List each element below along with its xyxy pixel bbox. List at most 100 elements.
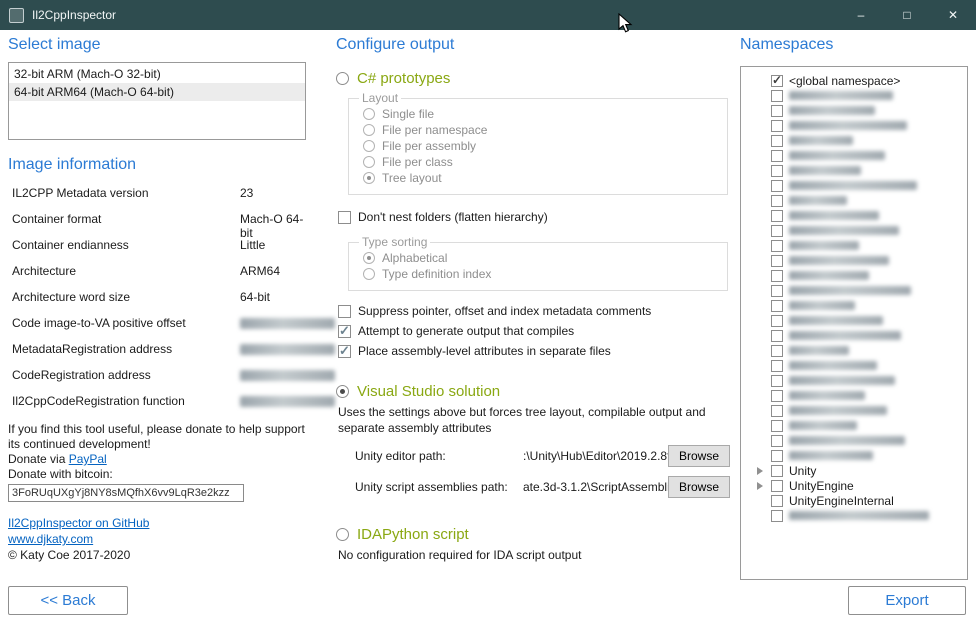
- namespace-checkbox[interactable]: [771, 495, 783, 507]
- namespace-checkbox[interactable]: [771, 345, 783, 357]
- namespace-checkbox[interactable]: [771, 150, 783, 162]
- paypal-link[interactable]: PayPal: [69, 452, 107, 466]
- info-value: 64-bit: [240, 290, 270, 304]
- namespace-checkbox[interactable]: [771, 480, 783, 492]
- namespace-checkbox[interactable]: [771, 210, 783, 222]
- checkbox[interactable]: [338, 325, 351, 338]
- namespace-checkbox[interactable]: [771, 90, 783, 102]
- namespace-checkbox[interactable]: [771, 225, 783, 237]
- namespace-row[interactable]: UnityEngine: [745, 478, 965, 493]
- checkbox-row[interactable]: Attempt to generate output that compiles: [338, 323, 730, 339]
- minimize-button[interactable]: –: [838, 0, 884, 30]
- namespace-row[interactable]: [745, 178, 965, 193]
- namespace-checkbox[interactable]: [771, 420, 783, 432]
- namespace-row[interactable]: [745, 508, 965, 523]
- namespace-checkbox[interactable]: [771, 135, 783, 147]
- namespace-row[interactable]: [745, 358, 965, 373]
- namespace-checkbox[interactable]: [771, 240, 783, 252]
- namespace-checkbox[interactable]: [771, 330, 783, 342]
- bitcoin-address-input[interactable]: [8, 484, 244, 502]
- back-button[interactable]: << Back: [8, 586, 128, 615]
- namespace-checkbox[interactable]: [771, 405, 783, 417]
- radio-option[interactable]: File per assembly: [363, 138, 719, 154]
- namespace-checkbox[interactable]: [771, 165, 783, 177]
- namespace-row[interactable]: [745, 448, 965, 463]
- checkbox[interactable]: [338, 305, 351, 318]
- namespace-checkbox[interactable]: [771, 360, 783, 372]
- radio-option[interactable]: Single file: [363, 106, 719, 122]
- namespace-row[interactable]: Unity: [745, 463, 965, 478]
- namespace-row[interactable]: [745, 148, 965, 163]
- namespace-row[interactable]: [745, 328, 965, 343]
- namespace-row[interactable]: [745, 268, 965, 283]
- browse-button[interactable]: Browse: [668, 476, 730, 498]
- info-row: MetadataRegistration address: [8, 338, 306, 364]
- namespace-row[interactable]: [745, 223, 965, 238]
- checkbox[interactable]: [338, 345, 351, 358]
- namespace-row[interactable]: [745, 373, 965, 388]
- checkbox-row[interactable]: Suppress pointer, offset and index metad…: [338, 303, 730, 319]
- browse-button[interactable]: Browse: [668, 445, 730, 467]
- export-button[interactable]: Export: [848, 586, 966, 615]
- namespace-list[interactable]: <global namespace> UnityUnityEngineUnityE…: [740, 66, 968, 580]
- namespace-checkbox[interactable]: [771, 105, 783, 117]
- namespace-row[interactable]: [745, 103, 965, 118]
- namespace-row[interactable]: <global namespace>: [745, 73, 965, 88]
- vs-solution-option[interactable]: Visual Studio solution: [336, 383, 730, 400]
- flatten-checkbox-row[interactable]: Don't nest folders (flatten hierarchy): [338, 209, 730, 225]
- namespace-row[interactable]: [745, 343, 965, 358]
- namespace-row[interactable]: [745, 418, 965, 433]
- radio-option[interactable]: Type definition index: [363, 266, 719, 282]
- expander-icon[interactable]: [757, 467, 763, 475]
- radio-option[interactable]: Tree layout: [363, 170, 719, 186]
- csharp-prototypes-option[interactable]: C# prototypes: [336, 70, 730, 87]
- namespace-row[interactable]: [745, 193, 965, 208]
- namespace-checkbox[interactable]: [771, 465, 783, 477]
- namespace-row[interactable]: [745, 403, 965, 418]
- namespace-row[interactable]: [745, 388, 965, 403]
- namespace-checkbox[interactable]: [771, 300, 783, 312]
- namespace-checkbox[interactable]: [771, 255, 783, 267]
- redacted-namespace: [789, 181, 917, 190]
- namespace-checkbox[interactable]: [771, 315, 783, 327]
- namespace-row[interactable]: [745, 238, 965, 253]
- radio-option[interactable]: Alphabetical: [363, 250, 719, 266]
- namespace-checkbox[interactable]: [771, 270, 783, 282]
- namespace-row[interactable]: [745, 253, 965, 268]
- namespace-checkbox[interactable]: [771, 180, 783, 192]
- namespace-row[interactable]: [745, 208, 965, 223]
- namespace-row[interactable]: [745, 313, 965, 328]
- namespace-checkbox[interactable]: [771, 390, 783, 402]
- checkbox-row[interactable]: Place assembly-level attributes in separ…: [338, 343, 730, 359]
- github-link[interactable]: Il2CppInspector on GitHub: [8, 516, 149, 530]
- radio-option[interactable]: File per class: [363, 154, 719, 170]
- namespace-row[interactable]: [745, 283, 965, 298]
- namespace-row[interactable]: UnityEngineInternal: [745, 493, 965, 508]
- namespace-checkbox[interactable]: [771, 510, 783, 522]
- namespace-checkbox[interactable]: [771, 435, 783, 447]
- namespace-row[interactable]: [745, 163, 965, 178]
- expander-icon[interactable]: [757, 482, 763, 490]
- namespace-row[interactable]: [745, 433, 965, 448]
- namespace-checkbox[interactable]: [771, 120, 783, 132]
- namespace-row[interactable]: [745, 133, 965, 148]
- namespace-row[interactable]: [745, 118, 965, 133]
- image-listbox[interactable]: 32-bit ARM (Mach-O 32-bit)64-bit ARM64 (…: [8, 62, 306, 140]
- namespace-checkbox[interactable]: [771, 450, 783, 462]
- flatten-checkbox[interactable]: [338, 211, 351, 224]
- namespace-checkbox[interactable]: [771, 375, 783, 387]
- namespace-row[interactable]: [745, 88, 965, 103]
- image-list-item[interactable]: 32-bit ARM (Mach-O 32-bit): [9, 65, 305, 83]
- image-list-item[interactable]: 64-bit ARM64 (Mach-O 64-bit): [9, 83, 305, 101]
- namespace-row[interactable]: [745, 298, 965, 313]
- ida-script-option[interactable]: IDAPython script: [336, 526, 730, 543]
- website-link[interactable]: www.djkaty.com: [8, 532, 93, 546]
- maximize-button[interactable]: □: [884, 0, 930, 30]
- radio-icon: [363, 172, 375, 184]
- namespace-checkbox[interactable]: [771, 75, 783, 87]
- namespace-checkbox[interactable]: [771, 285, 783, 297]
- radio-option[interactable]: File per namespace: [363, 122, 719, 138]
- close-button[interactable]: ✕: [930, 0, 976, 30]
- redacted-namespace: [789, 421, 857, 430]
- namespace-checkbox[interactable]: [771, 195, 783, 207]
